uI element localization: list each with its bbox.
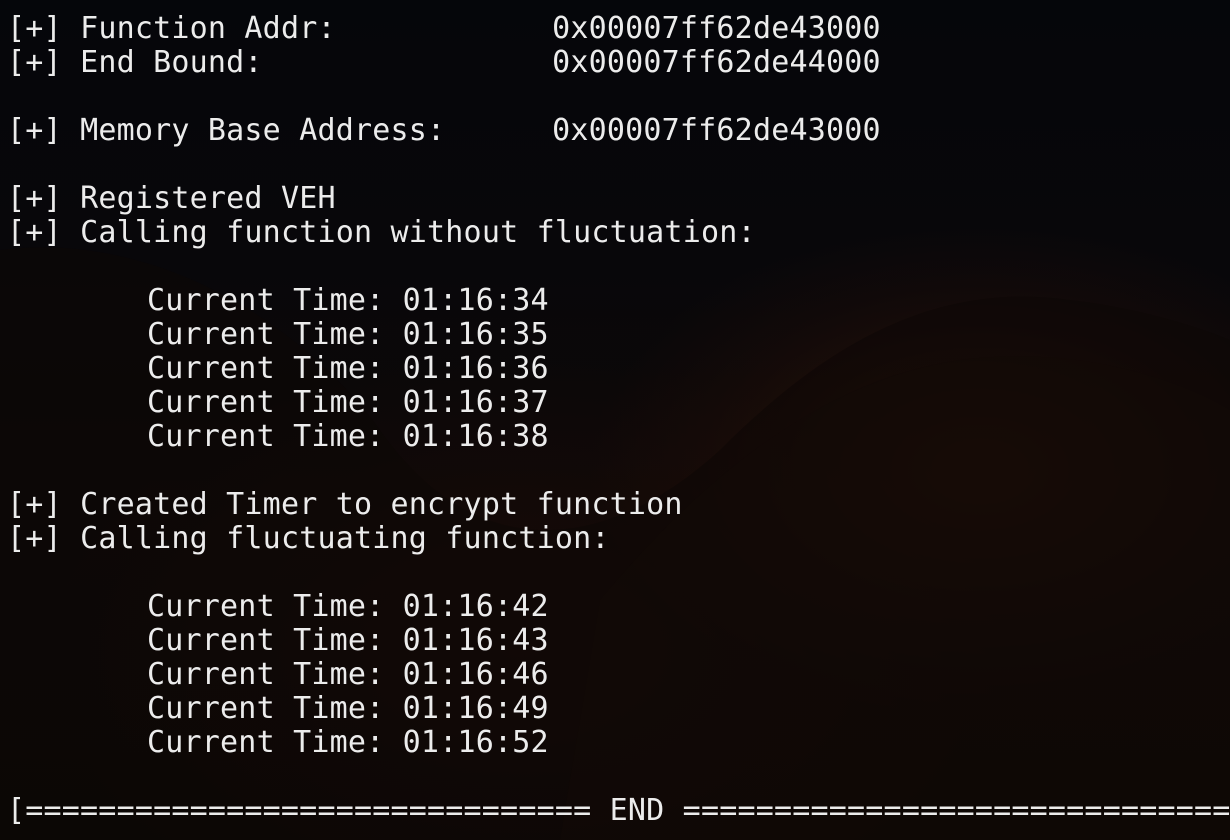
time-line: Current Time: 01:16:34	[7, 284, 1230, 318]
time-line: Current Time: 01:16:49	[7, 692, 1230, 726]
time-text: Current Time: 01:16:52	[147, 725, 549, 760]
time-line: Current Time: 01:16:38	[7, 420, 1230, 454]
time-text: Current Time: 01:16:36	[147, 351, 549, 386]
end-bound-value: 0x00007ff62de44000	[552, 45, 881, 80]
terminal-window[interactable]: [+] Function Addr: 0x00007ff62de43000 [+]…	[0, 0, 1230, 840]
output-line-calling-without-fluctuation: [+] Calling function without fluctuation…	[7, 216, 1230, 250]
terminal-output: [+] Function Addr: 0x00007ff62de43000 [+]…	[7, 12, 1230, 828]
created-timer-text: Created Timer to encrypt function	[80, 487, 683, 522]
time-line: Current Time: 01:16:37	[7, 386, 1230, 420]
end-banner: [=============================== END ===…	[7, 793, 1230, 828]
time-line: Current Time: 01:16:35	[7, 318, 1230, 352]
time-text: Current Time: 01:16:49	[147, 691, 549, 726]
memory-base-value: 0x00007ff62de43000	[552, 113, 881, 148]
time-line: Current Time: 01:16:43	[7, 624, 1230, 658]
time-text: Current Time: 01:16:43	[147, 623, 549, 658]
output-line-function-addr: [+] Function Addr: 0x00007ff62de43000	[7, 12, 1230, 46]
time-line: Current Time: 01:16:42	[7, 590, 1230, 624]
time-text: Current Time: 01:16:34	[147, 283, 549, 318]
time-line: Current Time: 01:16:36	[7, 352, 1230, 386]
output-line-end-bound: [+] End Bound: 0x00007ff62de44000	[7, 46, 1230, 80]
output-line-created-timer: [+] Created Timer to encrypt function	[7, 488, 1230, 522]
calling-fluctuating-text: Calling fluctuating function:	[80, 521, 610, 556]
prefix: [+]	[7, 11, 62, 46]
function-addr-value: 0x00007ff62de43000	[552, 11, 881, 46]
output-line-memory-base: [+] Memory Base Address: 0x00007ff62de430…	[7, 114, 1230, 148]
prefix: [+]	[7, 215, 62, 250]
time-text: Current Time: 01:16:38	[147, 419, 549, 454]
time-text: Current Time: 01:16:46	[147, 657, 549, 692]
prefix: [+]	[7, 45, 62, 80]
prefix: [+]	[7, 521, 62, 556]
prefix: [+]	[7, 181, 62, 216]
prefix: [+]	[7, 487, 62, 522]
end-bound-label: End Bound:	[80, 45, 263, 80]
memory-base-label: Memory Base Address:	[80, 113, 446, 148]
output-line-registered-veh: [+] Registered VEH	[7, 182, 1230, 216]
registered-veh-text: Registered VEH	[80, 181, 336, 216]
prefix: [+]	[7, 113, 62, 148]
time-text: Current Time: 01:16:35	[147, 317, 549, 352]
time-line: Current Time: 01:16:52	[7, 726, 1230, 760]
time-line: Current Time: 01:16:46	[7, 658, 1230, 692]
calling-without-fluctuation-text: Calling function without fluctuation:	[80, 215, 756, 250]
function-addr-label: Function Addr:	[80, 11, 336, 46]
time-text: Current Time: 01:16:37	[147, 385, 549, 420]
time-text: Current Time: 01:16:42	[147, 589, 549, 624]
output-line-calling-fluctuating: [+] Calling fluctuating function:	[7, 522, 1230, 556]
